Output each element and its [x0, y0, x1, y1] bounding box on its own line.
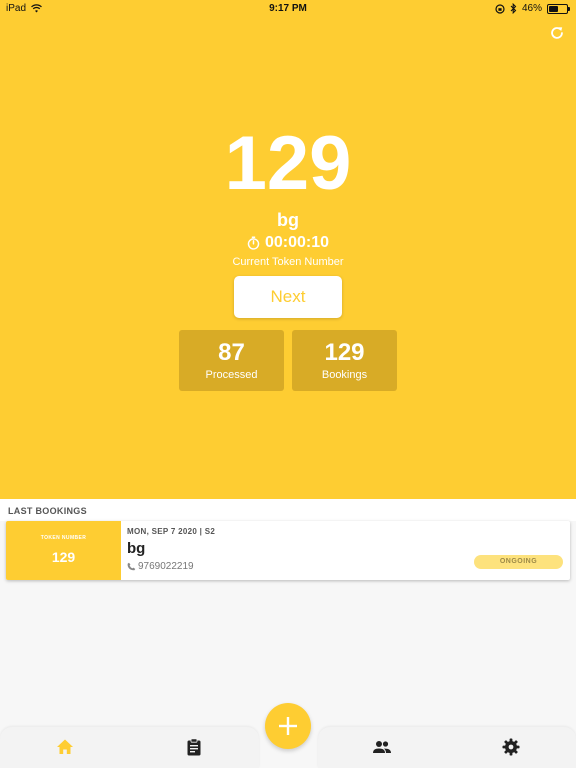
status-badge: ONGOING: [474, 555, 563, 569]
processed-stat: 87 Processed: [179, 330, 284, 391]
current-token-number: 129: [224, 121, 352, 206]
home-icon[interactable]: [55, 737, 75, 757]
battery-icon: [547, 3, 570, 14]
phone-icon: [127, 562, 136, 571]
token-caption: Current Token Number: [232, 256, 344, 268]
clock: 9:17 PM: [269, 3, 307, 14]
bookings-count: 129: [324, 339, 365, 366]
battery-level: [549, 5, 558, 12]
tab-bar-right-segment: [318, 727, 576, 768]
booking-phone-number: 9769022219: [138, 561, 194, 572]
stopwatch-icon: [247, 236, 260, 250]
battery-percent: 46%: [521, 3, 542, 14]
bottom-tab-bar: [0, 703, 576, 768]
booking-card[interactable]: TOKEN NUMBER 129 MON, SEP 7 2020 | S2 bg…: [6, 521, 570, 580]
section-title: LAST BOOKINGS: [8, 506, 87, 516]
bluetooth-icon: [510, 3, 517, 14]
elapsed-timer: 00:00:10: [0, 234, 576, 252]
booking-phone[interactable]: 9769022219: [127, 561, 194, 572]
rotation-lock-icon: [495, 3, 505, 14]
next-button[interactable]: Next: [234, 276, 342, 318]
clipboard-icon[interactable]: [184, 737, 204, 757]
timer-value: 00:00:10: [264, 234, 330, 251]
booking-name: bg: [127, 540, 146, 557]
gear-icon[interactable]: [501, 737, 521, 757]
booking-token-value: 129: [51, 549, 76, 565]
current-customer-name: bg: [277, 210, 299, 230]
processed-count: 87: [218, 339, 245, 366]
bookings-label: Bookings: [321, 369, 368, 381]
hero-panel: iPad 9:17 PM 46% 129 bg 00:00:10 Current…: [0, 0, 576, 499]
plus-icon: [279, 717, 297, 735]
refresh-icon[interactable]: [548, 24, 566, 42]
last-bookings-header: LAST BOOKINGS: [0, 499, 576, 521]
status-right: 46%: [495, 3, 570, 14]
status-bar: iPad 9:17 PM 46%: [0, 0, 576, 18]
booking-date: MON, SEP 7 2020 | S2: [127, 527, 216, 536]
people-icon[interactable]: [372, 737, 392, 757]
booking-token-block: TOKEN NUMBER 129: [6, 521, 121, 580]
tab-bar-left-segment: [0, 727, 259, 768]
processed-label: Processed: [205, 369, 258, 381]
bookings-stat: 129 Bookings: [292, 330, 397, 391]
add-booking-button[interactable]: [265, 703, 311, 749]
token-number-label: TOKEN NUMBER: [40, 535, 87, 541]
